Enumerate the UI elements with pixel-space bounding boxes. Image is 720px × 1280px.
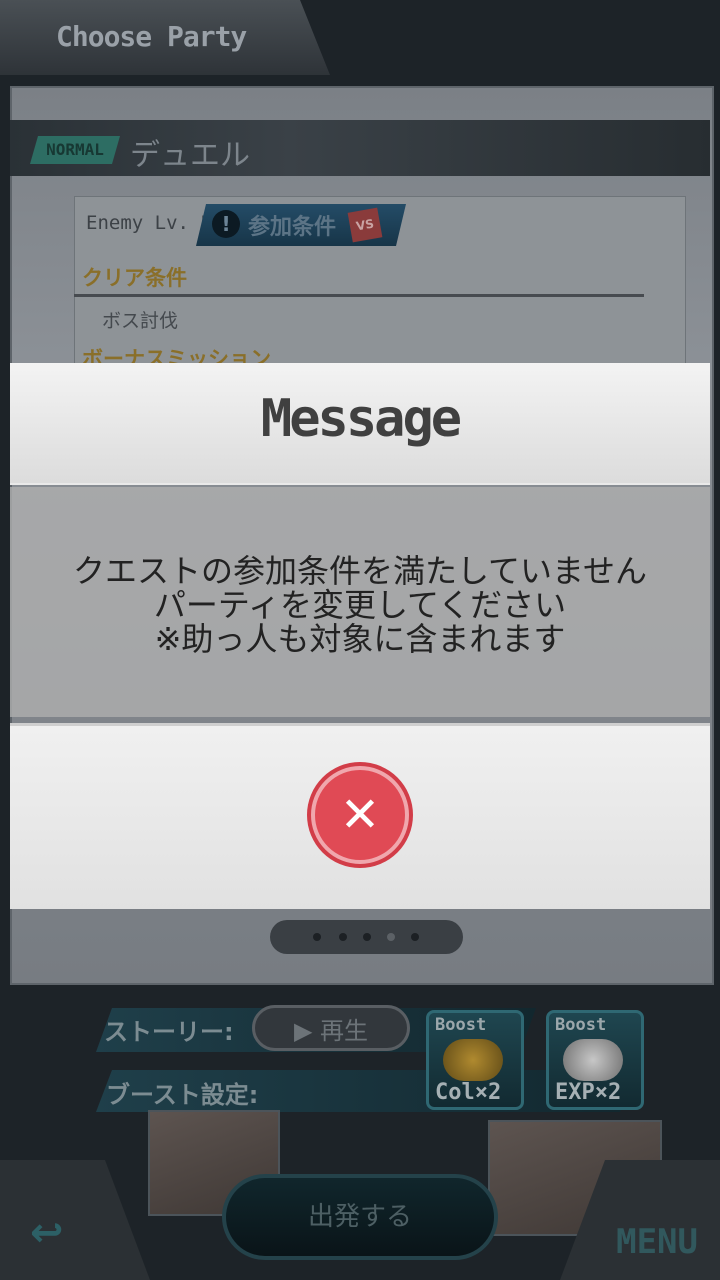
rabbit-icon: [563, 1039, 623, 1081]
coins-icon: [443, 1039, 503, 1081]
clear-condition-value: ボス討伐: [102, 310, 179, 332]
vs-badge: VS: [347, 207, 383, 243]
page-dot-active[interactable]: [387, 933, 395, 941]
dialog-header: Message: [10, 363, 710, 485]
boost-col-card[interactable]: Boost Col×2: [426, 1010, 524, 1110]
page-dot[interactable]: [411, 933, 419, 941]
boost-card-title: Boost: [555, 1015, 607, 1035]
close-button[interactable]: ✕: [311, 766, 409, 864]
dialog-message-line: パーティを変更してください: [153, 586, 567, 624]
boost-label: ブースト設定:: [106, 1081, 259, 1109]
quest-name: デュエル: [130, 138, 250, 173]
dialog-message-line: ※助っ人も対象に含まれます: [154, 620, 566, 658]
close-icon: ✕: [339, 787, 381, 843]
back-arrow-icon: ↩: [30, 1210, 64, 1256]
menu-label: MENU: [616, 1222, 698, 1262]
divider: [74, 294, 644, 297]
page-title: Choose Party: [56, 20, 247, 53]
alert-icon: !: [212, 210, 240, 238]
story-label: ストーリー:: [104, 1018, 234, 1046]
difficulty-badge: NORMAL: [30, 136, 120, 164]
page-dot[interactable]: [313, 933, 321, 941]
depart-button[interactable]: 出発する: [222, 1174, 498, 1260]
dialog-body: クエストの参加条件を満たしていません パーティを変更してください ※助っ人も対象…: [10, 487, 710, 717]
boost-card-title: Boost: [435, 1015, 487, 1035]
boost-card-value: Col×2: [435, 1080, 502, 1105]
boost-exp-card[interactable]: Boost EXP×2: [546, 1010, 644, 1110]
dialog-message-line: クエストの参加条件を満たしていません: [72, 552, 648, 590]
condition-label: 参加条件: [248, 215, 337, 240]
message-dialog: Message クエストの参加条件を満たしていません パーティを変更してください…: [10, 363, 710, 909]
play-story-button[interactable]: ▶ 再生: [252, 1005, 410, 1051]
boost-card-value: EXP×2: [555, 1080, 622, 1105]
page-dot[interactable]: [363, 933, 371, 941]
dialog-title: Message: [260, 389, 462, 449]
page-dot[interactable]: [339, 933, 347, 941]
clear-condition-title: クリア条件: [82, 266, 187, 290]
page-indicator: [270, 920, 463, 954]
